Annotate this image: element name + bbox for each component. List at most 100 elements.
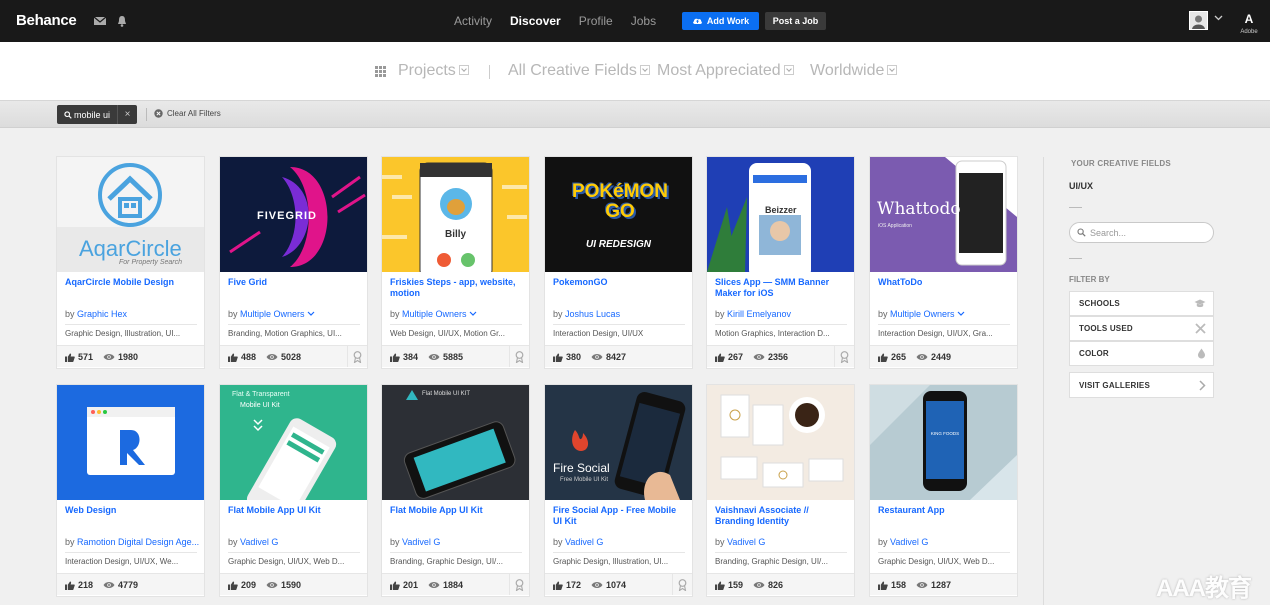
nav-jobs[interactable]: Jobs: [631, 14, 656, 28]
chevron-down-icon[interactable]: [1214, 15, 1223, 21]
search-tag[interactable]: mobile ui ×: [57, 105, 137, 124]
project-thumbnail[interactable]: [57, 385, 204, 500]
chevron-down-icon[interactable]: [957, 311, 965, 317]
project-fields: Graphic Design, Illustration, UI...: [553, 557, 669, 566]
owner-link[interactable]: Multiple Owners: [890, 309, 955, 319]
owner-link[interactable]: Graphic Hex: [77, 309, 127, 319]
project-title[interactable]: Flat Mobile App UI Kit: [228, 505, 360, 516]
project-thumbnail[interactable]: Whattodo iOS Application: [870, 157, 1017, 272]
project-title[interactable]: Fire Social App - Free Mobile UI Kit: [553, 505, 685, 527]
project-thumbnail[interactable]: Billy: [382, 157, 529, 272]
project-thumbnail[interactable]: FIVEGRID: [220, 157, 367, 272]
location-dropdown[interactable]: Worldwide: [810, 62, 898, 80]
card-divider: [878, 552, 1010, 553]
filter-schools[interactable]: SCHOOLS: [1069, 291, 1214, 316]
views-count: 2449: [931, 352, 952, 362]
project-thumbnail[interactable]: Beizzer: [707, 157, 854, 272]
filter-color[interactable]: COLOR: [1069, 341, 1214, 366]
owner-link[interactable]: Ramotion Digital Design Age...: [77, 537, 199, 547]
appreciations-stat: 158: [878, 580, 906, 590]
owner-prefix: by: [553, 537, 563, 547]
owner-link[interactable]: Vadivel G: [890, 537, 928, 547]
chevron-down-icon[interactable]: [307, 311, 315, 317]
add-work-button[interactable]: Add Work: [682, 12, 759, 30]
views-stat: 1074: [591, 580, 626, 590]
nav-discover[interactable]: Discover: [510, 14, 561, 28]
creative-field-uiux[interactable]: UI/UX: [1069, 181, 1093, 191]
remove-tag-button[interactable]: ×: [117, 105, 137, 124]
creative-fields-dropdown[interactable]: All Creative Fields: [508, 62, 650, 80]
project-title[interactable]: Five Grid: [228, 277, 360, 288]
project-card[interactable]: POKéMON GO UI REDESIGN PokemonGO by Josh…: [545, 157, 692, 368]
project-thumbnail[interactable]: Flat & Transparent Mobile UI Kit: [220, 385, 367, 500]
owner-prefix: by: [715, 537, 725, 547]
owner-prefix: by: [65, 537, 75, 547]
thumb-tagline: iOS Application: [878, 223, 912, 229]
grid-view-icon[interactable]: [375, 66, 386, 77]
project-thumbnail[interactable]: [707, 385, 854, 500]
project-title[interactable]: Web Design: [65, 505, 197, 516]
owner-link[interactable]: Vadivel G: [727, 537, 765, 547]
project-owner: by Vadivel G: [878, 537, 928, 547]
project-title[interactable]: Flat Mobile App UI Kit: [390, 505, 522, 516]
filter-tools-used[interactable]: TOOLS USED: [1069, 316, 1214, 341]
project-title[interactable]: Slices App — SMM Banner Maker for iOS: [715, 277, 847, 299]
project-title[interactable]: WhatToDo: [878, 277, 1010, 288]
project-card[interactable]: Web Design by Ramotion Digital Design Ag…: [57, 385, 204, 596]
project-title[interactable]: Restaurant App: [878, 505, 1010, 516]
project-fields: Web Design, UI/UX, Motion Gr...: [390, 329, 506, 338]
user-avatar[interactable]: [1189, 11, 1208, 30]
project-card[interactable]: Vaishnavi Associate // Branding Identity…: [707, 385, 854, 596]
project-thumbnail[interactable]: POKéMON GO UI REDESIGN: [545, 157, 692, 272]
owner-link[interactable]: Vadivel G: [240, 537, 278, 547]
owner-link[interactable]: Joshus Lucas: [565, 309, 620, 319]
owner-link[interactable]: Kirill Emelyanov: [727, 309, 791, 319]
post-job-button[interactable]: Post a Job: [765, 12, 826, 30]
project-card[interactable]: Whattodo iOS Application WhatToDo by Mul…: [870, 157, 1017, 368]
appreciations-stat: 172: [553, 580, 581, 590]
card-divider: [228, 552, 360, 553]
adobe-link[interactable]: A Adobe: [1238, 10, 1260, 35]
clear-all-filters-button[interactable]: Clear All Filters: [154, 109, 221, 118]
views-stat: 2356: [753, 352, 788, 362]
owner-link[interactable]: Multiple Owners: [240, 309, 305, 319]
owner-link[interactable]: Multiple Owners: [402, 309, 467, 319]
messages-icon[interactable]: [93, 14, 107, 28]
owner-link[interactable]: Vadivel G: [565, 537, 603, 547]
project-stats: 158 1287: [870, 573, 1017, 595]
project-fields: Branding, Graphic Design, UI/...: [390, 557, 503, 566]
project-title[interactable]: AqarCircle Mobile Design: [65, 277, 197, 288]
project-card[interactable]: Beizzer Slices App — SMM Banner Maker fo…: [707, 157, 854, 368]
nav-activity[interactable]: Activity: [454, 14, 492, 28]
project-card[interactable]: Flat & Transparent Mobile UI Kit Flat Mo…: [220, 385, 367, 596]
sort-dropdown[interactable]: Most Appreciated: [657, 62, 794, 80]
owner-prefix: by: [390, 309, 400, 319]
nav-profile[interactable]: Profile: [579, 14, 613, 28]
project-owner: by Graphic Hex: [65, 309, 127, 319]
eye-icon: [591, 354, 603, 360]
chevron-down-icon[interactable]: [469, 311, 477, 317]
project-thumbnail[interactable]: Flat Mobile UI KIT: [382, 385, 529, 500]
owner-link[interactable]: Vadivel G: [402, 537, 440, 547]
project-thumbnail[interactable]: KING FOODS: [870, 385, 1017, 500]
sidebar-divider: [1043, 157, 1044, 605]
project-card[interactable]: Fire Social Free Mobile UI Kit Fire Soci…: [545, 385, 692, 596]
sidebar-search-input[interactable]: Search...: [1069, 222, 1214, 243]
behance-logo[interactable]: Behance: [16, 12, 77, 29]
appreciations-count: 488: [241, 352, 257, 362]
project-card[interactable]: Flat Mobile UI KIT Flat Mobile App UI Ki…: [382, 385, 529, 596]
project-title[interactable]: PokemonGO: [553, 277, 685, 288]
project-title[interactable]: Vaishnavi Associate // Branding Identity: [715, 505, 847, 527]
project-card[interactable]: FIVEGRID Five Grid by Multiple Owners Br…: [220, 157, 367, 368]
project-owner: by Multiple Owners: [878, 309, 965, 319]
projects-dropdown[interactable]: Projects: [398, 62, 469, 80]
project-card[interactable]: Billy Friskies Steps - app, website, mot…: [382, 157, 529, 368]
project-thumbnail[interactable]: Fire Social Free Mobile UI Kit: [545, 385, 692, 500]
notifications-bell-icon[interactable]: [115, 14, 129, 28]
project-title[interactable]: Friskies Steps - app, website, motion: [390, 277, 522, 299]
visit-galleries-button[interactable]: VISIT GALLERIES: [1069, 372, 1214, 398]
project-thumbnail[interactable]: AqarCircle For Property Search: [57, 157, 204, 272]
project-card[interactable]: AqarCircle For Property Search AqarCircl…: [57, 157, 204, 368]
sidebar-separator: [1069, 207, 1082, 208]
project-card[interactable]: KING FOODS Restaurant App by Vadivel G G…: [870, 385, 1017, 596]
